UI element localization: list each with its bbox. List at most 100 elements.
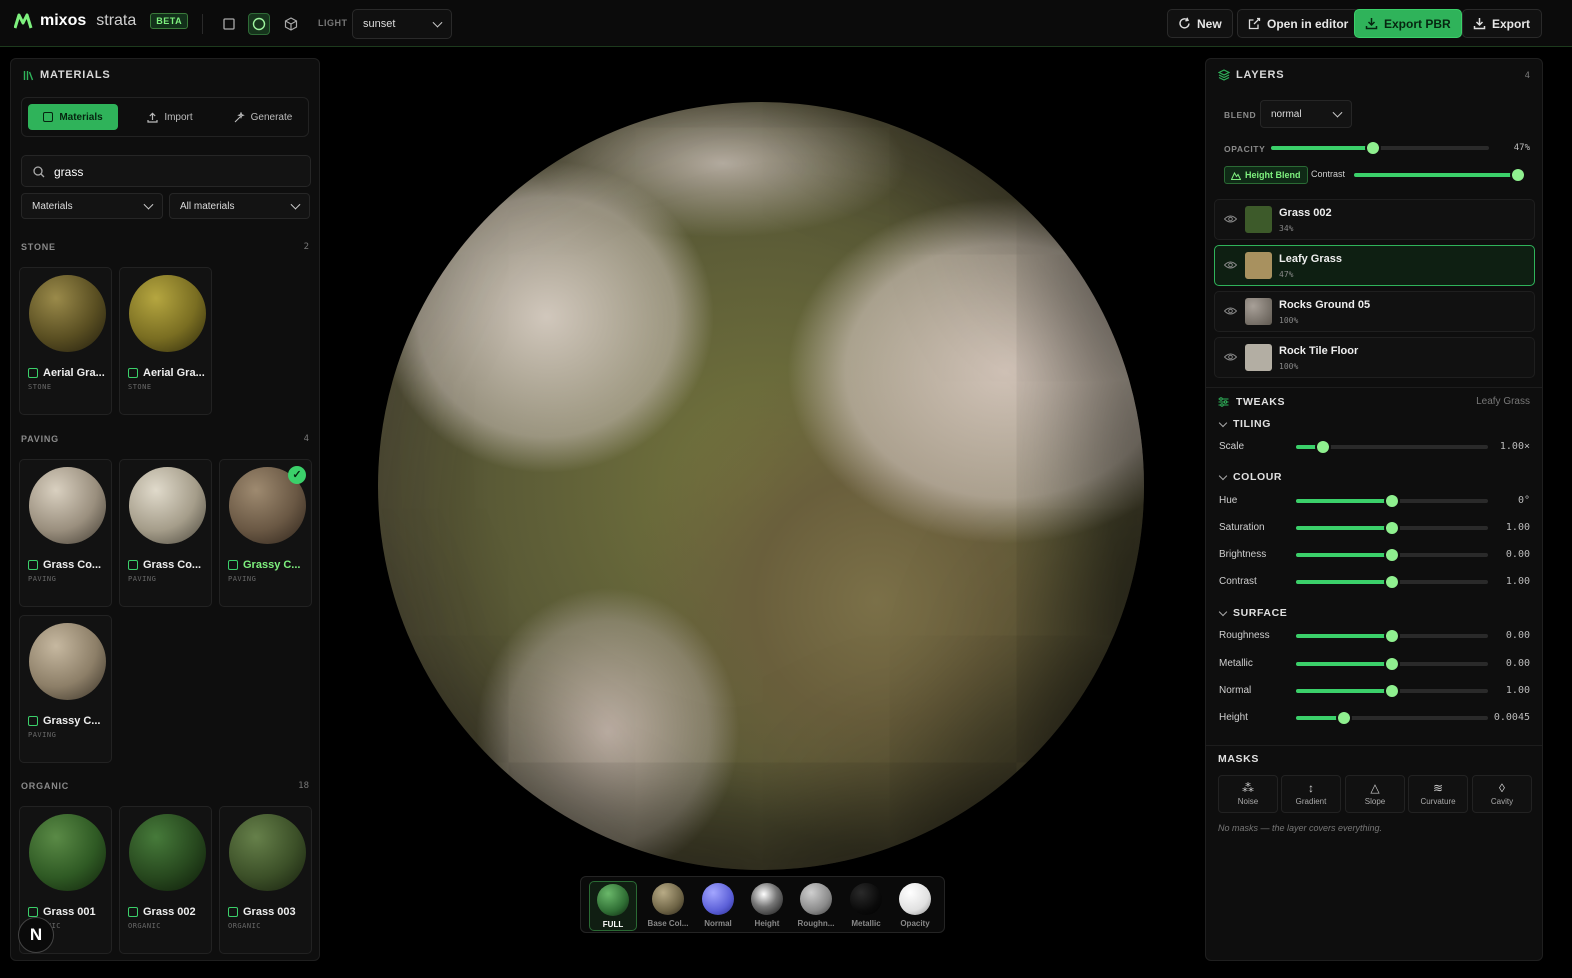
normal-slider[interactable]: [1296, 685, 1488, 697]
slider-fill: [1296, 553, 1392, 557]
blend-mode-select[interactable]: normal: [1260, 100, 1352, 128]
sphere-preview-button[interactable]: [248, 13, 270, 35]
layer-row-selected[interactable]: Leafy Grass 47%: [1214, 245, 1535, 286]
material-card[interactable]: Grass 002 ORGANIC: [119, 806, 212, 954]
mask-cavity-button[interactable]: ◊ Cavity: [1472, 775, 1532, 813]
blend-label: BLEND: [1224, 110, 1257, 120]
slider-handle[interactable]: [1386, 658, 1398, 670]
mask-gradient-button[interactable]: ↕ Gradient: [1281, 775, 1341, 813]
channel-opacity[interactable]: Opacity: [891, 881, 939, 931]
slider-fill: [1296, 716, 1344, 720]
channel-label: Metallic: [851, 919, 881, 928]
channel-height[interactable]: Height: [743, 881, 791, 931]
slider-handle[interactable]: [1386, 495, 1398, 507]
scale-slider[interactable]: [1296, 441, 1488, 453]
cube-icon: [128, 368, 138, 378]
new-button[interactable]: New: [1167, 9, 1233, 38]
material-card[interactable]: Grass Co... PAVING: [119, 459, 212, 607]
tweak-label: Normal: [1219, 685, 1252, 696]
slider-handle[interactable]: [1512, 169, 1524, 181]
section-header-paving: PAVING: [21, 434, 59, 444]
hue-slider[interactable]: [1296, 495, 1488, 507]
mask-label: Slope: [1364, 797, 1386, 806]
material-card[interactable]: Grass Co... PAVING: [19, 459, 112, 607]
tweak-label: Hue: [1219, 495, 1238, 506]
slider-handle[interactable]: [1386, 685, 1398, 697]
material-card-selected[interactable]: ✓ Grassy C... PAVING: [219, 459, 312, 607]
mask-curvature-button[interactable]: ≋ Curvature: [1408, 775, 1468, 813]
tweaks-target: Leafy Grass: [1476, 396, 1530, 407]
material-card[interactable]: Aerial Gra... STONE: [19, 267, 112, 415]
metallic-slider[interactable]: [1296, 658, 1488, 670]
channel-label: Normal: [704, 919, 732, 928]
materials-panel: MATERIALS Materials Import Generate gras…: [10, 58, 320, 961]
surface-section-toggle[interactable]: SURFACE: [1218, 607, 1287, 619]
scope-filter-select[interactable]: All materials: [169, 193, 310, 219]
layer-row[interactable]: Rocks Ground 05 100%: [1214, 291, 1535, 332]
slider-handle[interactable]: [1386, 630, 1398, 642]
channel-full[interactable]: FULL: [589, 881, 637, 931]
type-filter-select[interactable]: Materials: [21, 193, 163, 219]
channel-base-color[interactable]: Base Col...: [644, 881, 692, 931]
material-card[interactable]: Aerial Gra... STONE: [119, 267, 212, 415]
tweak-value: 0.00: [1505, 549, 1530, 560]
check-icon: ✓: [288, 466, 306, 484]
channel-metallic[interactable]: Metallic: [842, 881, 890, 931]
tab-import[interactable]: Import: [126, 104, 214, 130]
logo[interactable]: mixos strata BETA: [14, 12, 189, 30]
layers-title: LAYERS: [1218, 69, 1284, 81]
n-badge-button[interactable]: N: [18, 917, 54, 953]
slider-handle[interactable]: [1386, 576, 1398, 588]
roughness-slider[interactable]: [1296, 630, 1488, 642]
saturation-slider[interactable]: [1296, 522, 1488, 534]
plane-preview-button[interactable]: [218, 13, 240, 35]
material-preview-viewport[interactable]: [378, 102, 1144, 870]
slider-handle[interactable]: [1386, 549, 1398, 561]
layer-row[interactable]: Grass 002 34%: [1214, 199, 1535, 240]
sparkles-icon: [234, 111, 245, 122]
material-category: PAVING: [28, 575, 57, 583]
material-card[interactable]: Grass 003 ORGANIC: [219, 806, 312, 954]
tab-generate[interactable]: Generate: [218, 104, 308, 130]
export-button[interactable]: Export: [1462, 9, 1542, 38]
search-input[interactable]: grass: [21, 155, 311, 187]
cube-icon: [28, 716, 38, 726]
slider-handle[interactable]: [1338, 712, 1350, 724]
brightness-slider[interactable]: [1296, 549, 1488, 561]
open-in-editor-button[interactable]: Open in editor: [1237, 9, 1360, 38]
slider-handle[interactable]: [1386, 522, 1398, 534]
contrast-slider[interactable]: [1296, 576, 1488, 588]
search-value: grass: [54, 165, 84, 179]
material-preview-sphere: [29, 467, 106, 544]
eye-icon[interactable]: [1224, 306, 1237, 316]
tweak-value: 0.00: [1505, 630, 1530, 641]
layer-thumbnail: [1245, 344, 1272, 371]
slider-handle[interactable]: [1367, 142, 1380, 154]
layer-name: Grass 002: [1279, 207, 1332, 219]
slider-handle[interactable]: [1316, 441, 1329, 453]
tab-materials[interactable]: Materials: [28, 104, 118, 130]
export-pbr-button[interactable]: Export PBR: [1354, 9, 1462, 38]
mask-slope-button[interactable]: △ Slope: [1345, 775, 1405, 813]
layer-row[interactable]: Rock Tile Floor 100%: [1214, 337, 1535, 378]
height-slider[interactable]: [1296, 712, 1488, 724]
material-card[interactable]: Grassy C... PAVING: [19, 615, 112, 763]
cube-icon: [28, 560, 38, 570]
mask-noise-button[interactable]: ⁂ Noise: [1218, 775, 1278, 813]
height-blend-toggle[interactable]: Height Blend: [1224, 166, 1308, 184]
eye-icon[interactable]: [1224, 214, 1237, 224]
material-name: Grass Co...: [28, 559, 101, 571]
tweaks-header: TWEAKS: [1218, 396, 1285, 408]
channel-normal[interactable]: Normal: [694, 881, 742, 931]
cube-preview-button[interactable]: [280, 13, 302, 35]
blend-contrast-slider[interactable]: [1354, 169, 1524, 181]
tiling-section-toggle[interactable]: TILING: [1218, 418, 1271, 430]
opacity-slider[interactable]: [1271, 142, 1489, 154]
eye-icon[interactable]: [1224, 352, 1237, 362]
download-icon: [1473, 18, 1486, 30]
colour-section-toggle[interactable]: COLOUR: [1218, 471, 1282, 483]
light-preset-select[interactable]: sunset: [352, 9, 452, 39]
channel-roughness[interactable]: Roughn...: [792, 881, 840, 931]
material-category: PAVING: [28, 731, 57, 739]
eye-icon[interactable]: [1224, 260, 1237, 270]
